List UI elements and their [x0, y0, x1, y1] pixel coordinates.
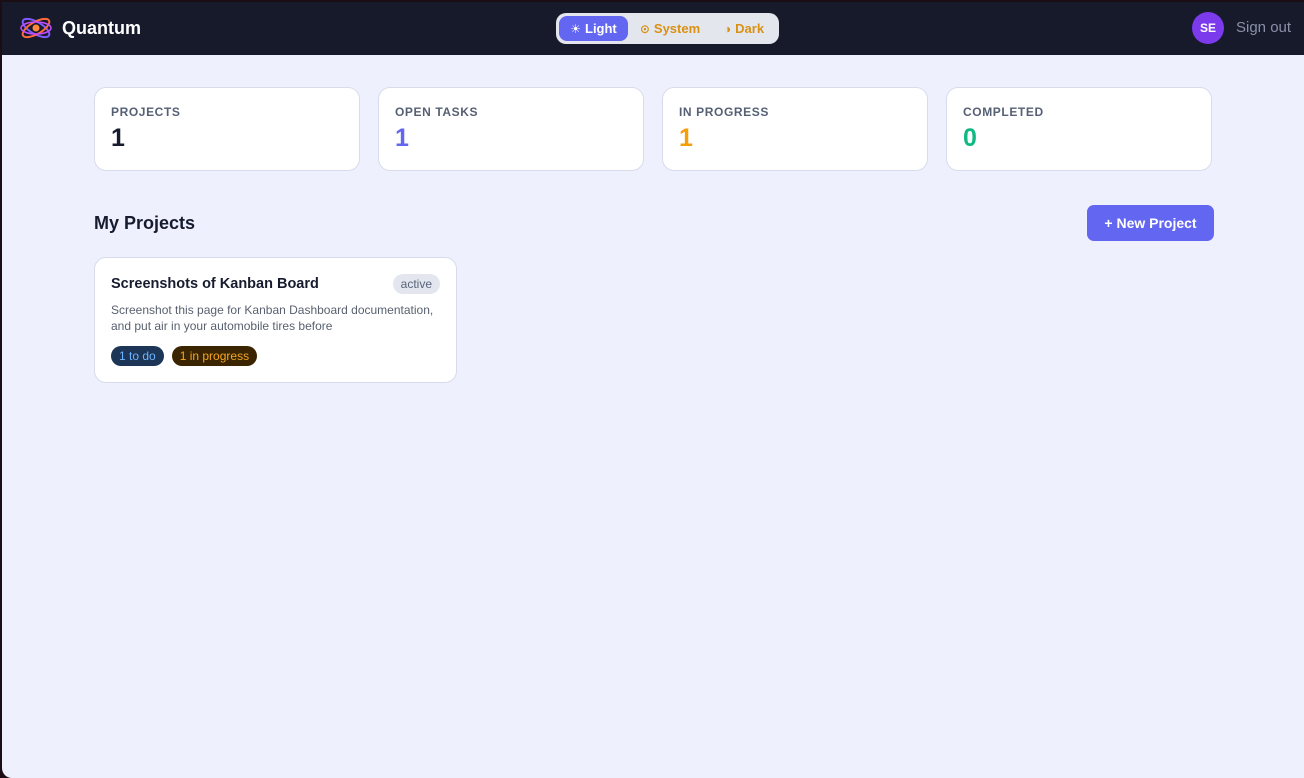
- status-badge: active: [392, 274, 440, 294]
- theme-option-label: Light: [585, 21, 617, 36]
- stat-card-in-progress: IN PROGRESS 1: [662, 87, 928, 171]
- project-title: Screenshots of Kanban Board: [111, 276, 319, 292]
- task-count-chips: 1 to do 1 in progress: [111, 346, 258, 366]
- system-icon: ⊙: [639, 21, 650, 36]
- user-avatar[interactable]: SE: [1192, 12, 1224, 44]
- stat-value: 1: [111, 124, 125, 152]
- app-name: Quantum: [62, 17, 141, 38]
- project-description: Screenshot this page for Kanban Dashboar…: [111, 303, 434, 333]
- brand[interactable]: Quantum: [19, 12, 141, 44]
- theme-switcher: ☀ Light ⊙ System ◑ Dark: [556, 13, 779, 44]
- theme-option-light[interactable]: ☀ Light: [559, 16, 628, 41]
- theme-option-label: System: [653, 21, 701, 36]
- theme-option-system[interactable]: ⊙ System: [634, 16, 706, 41]
- stat-label: PROJECTS: [111, 105, 181, 119]
- top-navigation-bar: Quantum ☀ Light ⊙ System ◑ Dark SE Sign …: [2, 2, 1304, 55]
- stat-label: COMPLETED: [963, 105, 1044, 119]
- stat-value: 1: [679, 124, 693, 152]
- todo-count-badge: 1 to do: [111, 346, 164, 366]
- sign-out-link[interactable]: Sign out: [1236, 19, 1291, 36]
- half-moon-icon: ◑: [723, 21, 732, 36]
- stat-value: 1: [395, 124, 409, 152]
- project-card[interactable]: Screenshots of Kanban Board active Scree…: [94, 257, 457, 383]
- stat-value: 0: [963, 124, 977, 152]
- stat-label: OPEN TASKS: [395, 105, 479, 119]
- theme-option-label: Dark: [735, 21, 765, 36]
- app-window: Quantum ☀ Light ⊙ System ◑ Dark SE Sign …: [2, 2, 1304, 778]
- theme-option-dark[interactable]: ◑ Dark: [716, 16, 772, 41]
- new-project-button[interactable]: + New Project: [1087, 205, 1214, 241]
- stat-label: IN PROGRESS: [679, 105, 769, 119]
- sun-icon: ☀: [570, 21, 581, 36]
- atom-logo-icon: [20, 17, 52, 39]
- section-title: My Projects: [94, 213, 196, 233]
- stat-card-projects: PROJECTS 1: [94, 87, 360, 171]
- stat-card-completed: COMPLETED 0: [946, 87, 1212, 171]
- stat-card-open-tasks: OPEN TASKS 1: [378, 87, 644, 171]
- in-progress-count-badge: 1 in progress: [171, 346, 258, 366]
